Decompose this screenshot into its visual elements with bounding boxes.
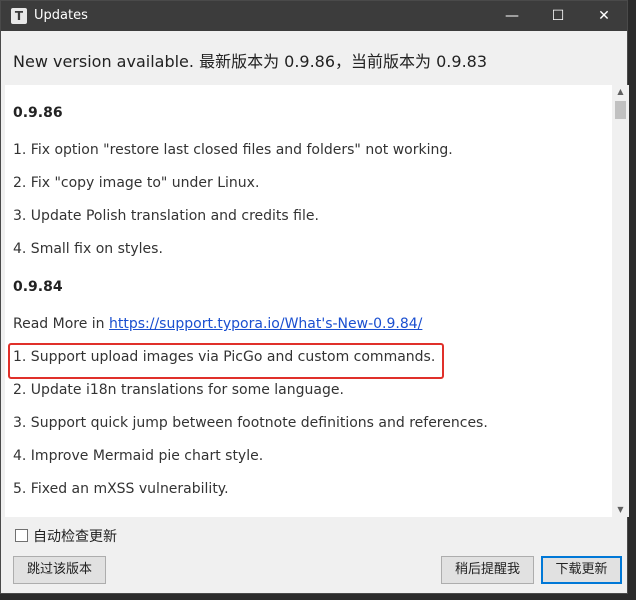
download-update-button[interactable]: 下载更新 <box>541 556 622 584</box>
scroll-up-arrow-icon[interactable]: ▲ <box>612 85 629 99</box>
scroll-thumb[interactable] <box>615 101 626 119</box>
list-item: 4. Improve Mermaid pie chart style. <box>13 448 264 464</box>
list-item: 4. Small fix on styles. <box>13 241 163 257</box>
read-more-line: Read More in https://support.typora.io/W… <box>13 316 422 332</box>
list-item: 1. Fix option "restore last closed files… <box>13 142 453 158</box>
window-title: Updates <box>34 8 88 23</box>
highlight-box <box>8 343 444 379</box>
background-editor-strip <box>628 0 636 600</box>
scrollbar[interactable]: ▲ ▼ <box>612 85 629 517</box>
list-item: 2. Fix "copy image to" under Linux. <box>13 175 260 191</box>
title-bar[interactable]: T Updates — ☐ ✕ <box>1 1 627 31</box>
app-icon-letter: T <box>14 9 24 23</box>
release-notes-link[interactable]: https://support.typora.io/What's-New-0.9… <box>109 316 422 332</box>
auto-check-label: 自动检查更新 <box>33 529 117 545</box>
updates-dialog: T Updates — ☐ ✕ New version available. 最… <box>0 0 629 594</box>
list-item: 5. Fixed an mXSS vulnerability. <box>13 481 229 497</box>
list-item: 3. Update Polish translation and credits… <box>13 208 319 224</box>
auto-check-checkbox[interactable] <box>15 529 28 542</box>
version-heading-0986: 0.9.86 <box>13 105 63 121</box>
skip-version-button[interactable]: 跳过该版本 <box>13 556 106 584</box>
update-available-message: New version available. 最新版本为 0.9.86，当前版本… <box>13 52 488 71</box>
read-more-label: Read More in <box>13 316 109 332</box>
typora-app-icon: T <box>11 8 27 24</box>
auto-check-option[interactable]: 自动检查更新 <box>15 526 117 546</box>
list-item: 3. Support quick jump between footnote d… <box>13 415 488 431</box>
remind-later-button[interactable]: 稍后提醒我 <box>441 556 534 584</box>
release-notes-panel[interactable]: 0.9.86 1. Fix option "restore last close… <box>5 85 629 517</box>
list-item: 2. Update i18n translations for some lan… <box>13 382 344 398</box>
maximize-icon[interactable]: ☐ <box>535 1 581 31</box>
scroll-down-arrow-icon[interactable]: ▼ <box>612 503 629 517</box>
version-heading-0984: 0.9.84 <box>13 279 63 295</box>
minimize-icon[interactable]: — <box>489 1 535 31</box>
close-icon[interactable]: ✕ <box>581 1 627 31</box>
